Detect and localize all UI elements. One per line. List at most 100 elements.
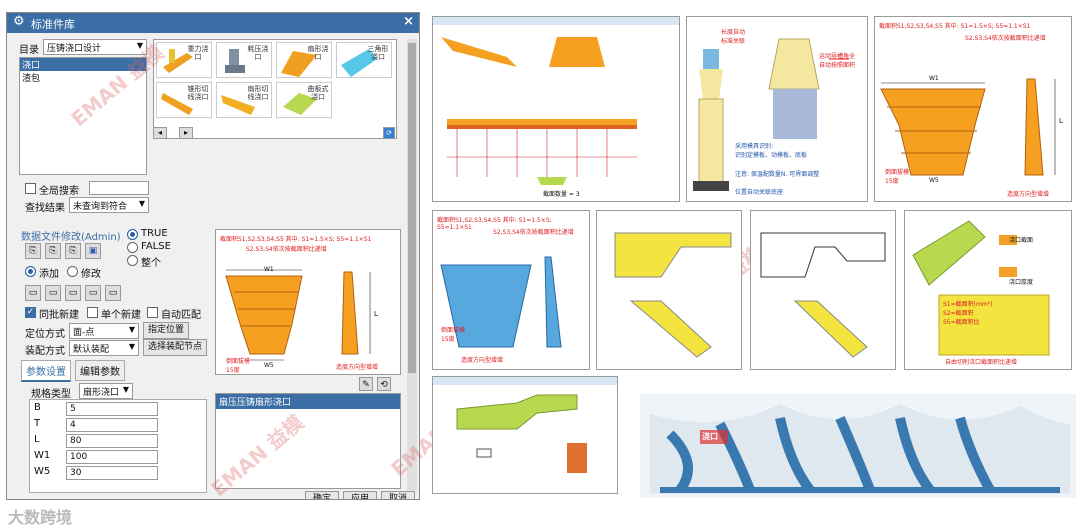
tile-label: 曲板式浇口 (307, 85, 329, 101)
radio-true[interactable] (127, 229, 138, 240)
brand-logo: 大数跨境 (8, 508, 73, 527)
assembly-select[interactable]: 默认装配 ▼ (69, 340, 139, 356)
tile-fan-gate[interactable]: 扇形浇口 (276, 42, 332, 78)
tool-icon-5[interactable]: ▭ (105, 285, 121, 301)
tile-cone-tangent-gate[interactable]: 锥形切线浇口 (156, 82, 212, 118)
gallery-scroll-left[interactable]: ◂ (153, 127, 167, 139)
img2-note5: 位置自动关联底座 (735, 189, 784, 196)
tab-params[interactable]: 参数设置 (21, 360, 71, 382)
img2-note3: 采用模具识别: 识别定模板、动模板、底板 (735, 143, 808, 159)
cancel-button[interactable]: 取消 (381, 491, 415, 499)
single-new-label: 单个新建 (101, 310, 141, 321)
radio-modify[interactable] (67, 266, 78, 277)
param-input-l[interactable]: 80 (66, 434, 158, 448)
param-row-w1: W1 (34, 450, 50, 461)
global-search-checkbox[interactable] (25, 183, 36, 194)
img3-caption2: S2,S3,S4依次按截面积比递增 (965, 35, 1046, 42)
select-node-button[interactable]: 选择装配节点 (143, 339, 207, 356)
tile-triangle-gate[interactable]: 三角形浇口 (336, 42, 392, 78)
img9-label: 浇口 (702, 432, 718, 441)
position-label: 定位方式 (25, 329, 65, 340)
param-input-b[interactable]: 5 (66, 402, 158, 416)
tool-icon-2[interactable]: ▭ (45, 285, 61, 301)
img3-w1: W1 (929, 75, 939, 82)
part-gallery: 重力浇口 耗压浇口 扇形浇口 三角形浇口 锥形切线浇口 扇形切线浇口 曲板式浇口 (153, 39, 397, 139)
chevron-down-icon: ▼ (122, 385, 129, 394)
param-row-w5: W5 (34, 466, 50, 477)
assembly-label: 装配方式 (25, 346, 65, 357)
batch-new-label: 同批新建 (39, 310, 79, 321)
standard-parts-dialog: ⚙ 标准件库 × 目录 压铸浇口设计 ▼ 浇口 渣包 重力浇口 耗压浇口 扇形浇口… (6, 12, 420, 500)
search-result-select[interactable]: 未查询到符合 ▼ (69, 197, 149, 213)
ok-button[interactable]: 确定 (305, 491, 339, 499)
close-icon[interactable]: × (403, 14, 414, 29)
tile-curved-plate-gate[interactable]: 曲板式浇口 (276, 82, 332, 118)
file-icon[interactable]: ⎘ (25, 243, 41, 259)
params-table: B 5 T 4 L 80 W1 100 W5 30 (29, 399, 207, 493)
tile-label: 耗压浇口 (247, 45, 269, 61)
auto-match-checkbox[interactable] (147, 307, 158, 318)
position-value: 面-点 (73, 328, 95, 338)
batch-new-checkbox[interactable]: ✓ (25, 307, 36, 318)
file-add-icon[interactable]: ⎘ (45, 243, 61, 259)
spec-type-value: 扇形浇口 (83, 388, 120, 398)
param-input-w5[interactable]: 30 (66, 466, 158, 480)
tangent-gate-b-drawing (760, 232, 886, 358)
tool-icon-3[interactable]: ▭ (65, 285, 81, 301)
img2-note1: 长度自动 标准关联 (721, 29, 746, 45)
file-edit-icon[interactable]: ⎘ (65, 243, 81, 259)
img2-note2: 运动导槽角全 自动按照面积 (819, 53, 856, 69)
img4-dir: 造度方向型增增 (461, 357, 504, 364)
param-input-t[interactable]: 4 (66, 418, 158, 432)
preview-caption2: S2,S3,S4依次按截面积比递增 (246, 246, 327, 253)
radio-whole[interactable] (127, 255, 138, 266)
spec-type-select[interactable]: 扇形浇口 ▼ (79, 383, 133, 399)
fan-gate-preview-drawing (225, 269, 371, 361)
preview-panel: 截面积S1,S2,S3,S4,S5 其中: S1=1.5×S; S5=1.1×S… (215, 229, 401, 375)
spec-type-label: 规格类型 (31, 389, 71, 400)
image-gate-tool-window (432, 376, 618, 494)
img4-caption2: S2,S3,S4依次按截面积比递增 (493, 229, 574, 236)
tool-measure-icon[interactable]: ✎ (359, 377, 373, 391)
img3-w5: W5 (929, 177, 939, 184)
tile-fan-tangent-gate[interactable]: 扇形切线浇口 (216, 82, 272, 118)
param-name: W5 (34, 466, 51, 477)
search-result-value: 未查询到符合 (73, 202, 128, 212)
image-casting-3d-model: 浇口 (640, 394, 1076, 498)
radio-false[interactable] (127, 242, 138, 253)
tile-squeeze-gate[interactable]: 耗压浇口 (216, 42, 272, 78)
img7-note3: S1=截面积(mm²) S2=截面积 S5=截面积比 (943, 301, 993, 326)
image-fan-gate-sections: 截面积S1,S2,S3,S4,S5 其中: S1=1.5×S; S5=1.1×S… (874, 16, 1072, 202)
img7-note1: 浇口截面 (1009, 237, 1034, 244)
single-new-checkbox[interactable] (87, 307, 98, 318)
radio-true-label: TRUE (141, 228, 168, 239)
tool-icon-4[interactable]: ▭ (85, 285, 101, 301)
curved-plate-drawing (912, 220, 1050, 356)
param-input-w1[interactable]: 100 (66, 450, 158, 464)
img4-slope: 倒面拔模 15度 (441, 327, 466, 343)
tile-label: 三角形浇口 (367, 45, 389, 61)
chevron-down-icon: ▼ (128, 342, 135, 351)
tool-icon-1[interactable]: ▭ (25, 285, 41, 301)
position-select[interactable]: 面-点 ▼ (69, 323, 139, 339)
dialog-scrollbar[interactable] (407, 39, 417, 491)
runner-layout-drawing (441, 37, 637, 185)
img1-section-count: 截面数量 = 3 (543, 191, 580, 198)
catalog-value: 压铸浇口设计 (47, 44, 102, 54)
tab-edit-params[interactable]: 编辑参数 (75, 360, 125, 381)
specify-position-button[interactable]: 指定位置 (143, 322, 189, 339)
apply-button[interactable]: 应用 (343, 491, 377, 499)
tool-reset-icon[interactable]: ⟲ (377, 377, 391, 391)
gallery-scroll-right[interactable]: ▸ (179, 127, 193, 139)
tangent-gate-a-drawing (614, 232, 732, 358)
image-window-title (433, 17, 679, 25)
tile-label: 扇形切线浇口 (247, 85, 269, 101)
radio-add[interactable] (25, 266, 36, 277)
gallery-refresh-icon[interactable]: ⟳ (383, 127, 395, 139)
preview-list-item[interactable]: 扇压压铸扇形浇口 (216, 394, 400, 409)
img7-note2: 浇口厚度 (1009, 279, 1034, 286)
save-icon[interactable]: ▣ (85, 243, 101, 259)
global-search-input[interactable] (89, 181, 149, 195)
scrollbar-thumb[interactable] (408, 43, 416, 373)
img3-dir: 造度方向型增增 (1007, 191, 1050, 198)
